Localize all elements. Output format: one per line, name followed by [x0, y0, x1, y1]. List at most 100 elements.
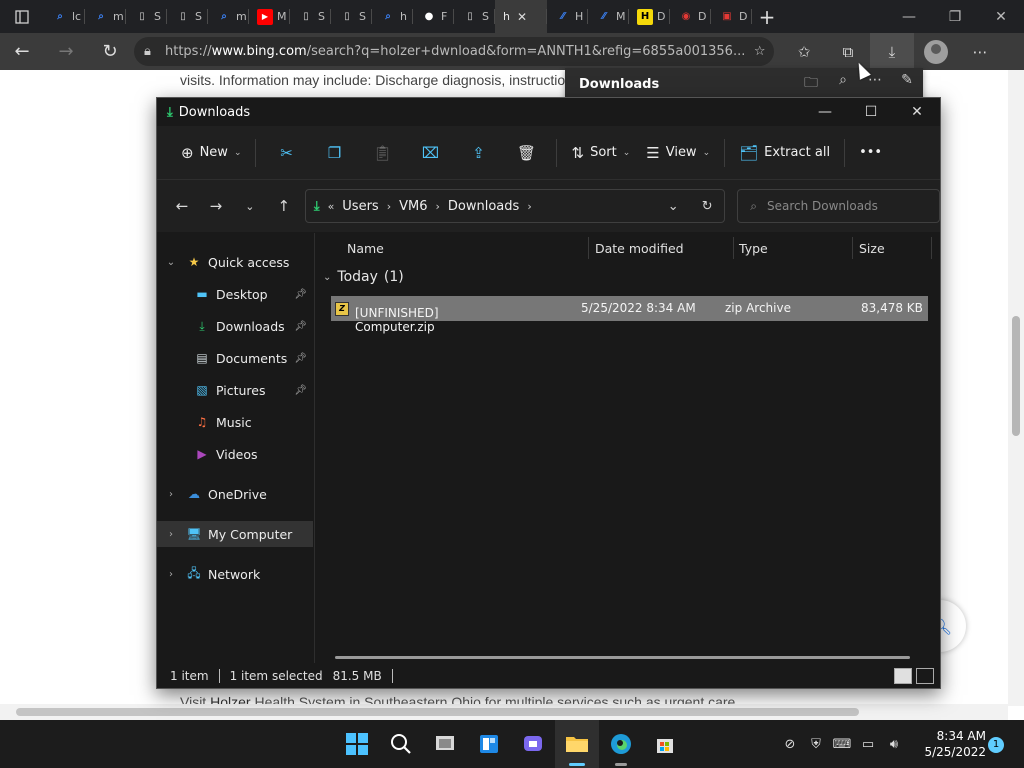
file-explorer-taskbar-button[interactable]	[555, 720, 599, 768]
browser-tab[interactable]: HD	[629, 0, 670, 33]
nav-quick-access[interactable]: ⌄ ★ Quick access	[157, 249, 313, 275]
nav-item-music[interactable]: ♫ Music	[157, 409, 313, 435]
search-downloads-icon[interactable]: ⌕	[827, 72, 859, 96]
page-vertical-scrollbar[interactable]	[1008, 70, 1024, 706]
nav-item-desktop[interactable]: ▬ Desktop 📌︎	[157, 281, 313, 307]
chevron-down-icon[interactable]: ⌄	[157, 257, 185, 268]
browser-tab[interactable]: ⁄⁄ M	[588, 0, 629, 33]
chevron-right-icon[interactable]: ›	[157, 489, 185, 500]
browser-tab[interactable]: ⌕ h	[372, 0, 413, 33]
breadcrumb-overflow[interactable]: «	[328, 200, 335, 213]
chevron-right-icon[interactable]: ›	[157, 529, 185, 540]
pin-icon[interactable]: ✎	[891, 72, 923, 96]
refresh-icon[interactable]: ↻	[690, 199, 724, 214]
breadcrumb-downloads[interactable]: Downloads	[448, 199, 519, 214]
nav-my-computer[interactable]: › 🖥︎ My Computer	[157, 521, 313, 547]
security-icon[interactable]: ⛨	[806, 737, 826, 752]
browser-tab-active[interactable]: h ✕	[495, 0, 547, 33]
close-tab-icon[interactable]: ✕	[517, 10, 527, 24]
address-dropdown-icon[interactable]: ⌄	[656, 199, 690, 214]
browser-tab[interactable]: ▯ S	[331, 0, 372, 33]
close-icon[interactable]: ✕	[894, 104, 940, 120]
store-taskbar-button[interactable]	[643, 720, 687, 768]
address-bar[interactable]: 🔒︎ https://www.bing.com/search?q=holzer+…	[134, 37, 774, 66]
browser-tab[interactable]: ▣ D	[711, 0, 752, 33]
network-off-icon[interactable]: ⊘	[780, 737, 800, 752]
column-name[interactable]: Name	[347, 241, 384, 256]
maximize-icon[interactable]: ☐	[848, 104, 894, 120]
nav-onedrive[interactable]: › ☁ OneDrive	[157, 481, 313, 507]
favorites-icon[interactable]: ✩	[782, 33, 826, 70]
browser-tab[interactable]: ▶ M	[249, 0, 290, 33]
profile-avatar[interactable]	[924, 39, 948, 64]
start-button[interactable]	[335, 720, 379, 768]
browser-tab[interactable]: ⁄⁄ H	[547, 0, 588, 33]
browser-tab[interactable]: ▯ S	[126, 0, 167, 33]
nav-item-documents[interactable]: ▤ Documents 📌︎	[157, 345, 313, 371]
chevron-right-icon[interactable]: ›	[436, 200, 440, 213]
browser-tab[interactable]: ▯ S	[290, 0, 331, 33]
volume-icon[interactable]: 🔊︎	[884, 737, 904, 752]
browser-tab[interactable]: ◉ D	[670, 0, 711, 33]
teams-chat-button[interactable]	[511, 720, 555, 768]
explorer-title-bar[interactable]: ⤓ Downloads — ☐ ✕	[157, 98, 940, 126]
up-arrow-icon[interactable]: ↑	[267, 197, 301, 215]
notification-badge[interactable]: 1	[988, 737, 1004, 753]
page-horizontal-scrollbar[interactable]	[0, 704, 1008, 720]
delete-button[interactable]: 🗑︎	[502, 137, 550, 169]
table-row[interactable]: Z [UNFINISHED] Computer.zip 5/25/2022 8:3…	[331, 296, 928, 334]
pin-icon[interactable]: 📌︎	[294, 385, 307, 396]
chevron-right-icon[interactable]: ›	[157, 569, 185, 580]
browser-tab[interactable]: ⌕ m	[208, 0, 249, 33]
browser-tab[interactable]: ▯ S	[167, 0, 208, 33]
browser-tab[interactable]: ▯ S	[454, 0, 495, 33]
view-button[interactable]: ☰ View ⌄	[638, 137, 718, 169]
cut-button[interactable]: ✂	[262, 137, 310, 169]
back-arrow-icon[interactable]: ←	[165, 197, 199, 215]
new-button[interactable]: ⊕ New ⌄	[173, 137, 249, 169]
back-button[interactable]: ←	[0, 33, 44, 70]
breadcrumb-vm6[interactable]: VM6	[399, 199, 427, 214]
widgets-button[interactable]	[467, 720, 511, 768]
nav-item-pictures[interactable]: ▧ Pictures 📌︎	[157, 377, 313, 403]
pin-icon[interactable]: 📌︎	[294, 289, 307, 300]
new-tab-button[interactable]: +	[752, 0, 782, 33]
minimize-icon[interactable]: —	[802, 104, 848, 120]
search-taskbar-button[interactable]	[379, 720, 423, 768]
tiles-view-icon[interactable]	[916, 668, 934, 684]
rename-button[interactable]: ⌧	[406, 137, 454, 169]
file-list-horizontal-scrollbar[interactable]	[335, 656, 910, 659]
browser-tab[interactable]: ⌕ m	[85, 0, 126, 33]
lock-icon[interactable]: 🔒︎	[144, 44, 165, 59]
minimize-icon[interactable]: —	[886, 0, 932, 33]
forward-button[interactable]: →	[44, 33, 88, 70]
column-date-modified[interactable]: Date modified	[595, 241, 684, 256]
pin-icon[interactable]: 📌︎	[294, 353, 307, 364]
nav-network[interactable]: › 🖧 Network	[157, 561, 313, 587]
column-size[interactable]: Size	[859, 241, 885, 256]
share-button[interactable]: ⇪	[454, 137, 502, 169]
chevron-right-icon[interactable]: ›	[527, 200, 531, 213]
chevron-down-icon[interactable]: ⌄	[323, 272, 331, 283]
open-folder-icon[interactable]: 🗀	[795, 72, 827, 96]
sort-button[interactable]: ⇅ Sort ⌄	[563, 137, 638, 169]
taskbar-clock[interactable]: 8:34 AM 5/25/2022	[912, 728, 986, 760]
search-input[interactable]: ⌕ Search Downloads	[737, 189, 940, 223]
see-more-button[interactable]: •••	[851, 137, 890, 169]
browser-tab[interactable]: ⌕ lc	[44, 0, 85, 33]
copy-button[interactable]: ❐	[310, 137, 358, 169]
breadcrumb[interactable]: ⤓ « Users › VM6 › Downloads › ⌄ ↻	[304, 189, 726, 223]
downloads-icon[interactable]: ⤓	[870, 33, 914, 70]
extract-all-button[interactable]: 🗂︎ Extract all	[731, 137, 838, 169]
task-view-button[interactable]	[423, 720, 467, 768]
display-icon[interactable]: ▭	[858, 737, 878, 752]
nav-item-downloads[interactable]: ⤓ Downloads 📌︎	[157, 313, 313, 339]
forward-arrow-icon[interactable]: →	[199, 197, 233, 215]
keyboard-icon[interactable]: ⌨	[832, 737, 852, 752]
pin-icon[interactable]: 📌︎	[294, 321, 307, 332]
close-window-icon[interactable]: ✕	[978, 0, 1024, 33]
nav-item-videos[interactable]: ▶ Videos	[157, 441, 313, 467]
column-type[interactable]: Type	[739, 241, 768, 256]
edge-taskbar-button[interactable]	[599, 720, 643, 768]
restore-icon[interactable]: ❐	[932, 0, 978, 33]
